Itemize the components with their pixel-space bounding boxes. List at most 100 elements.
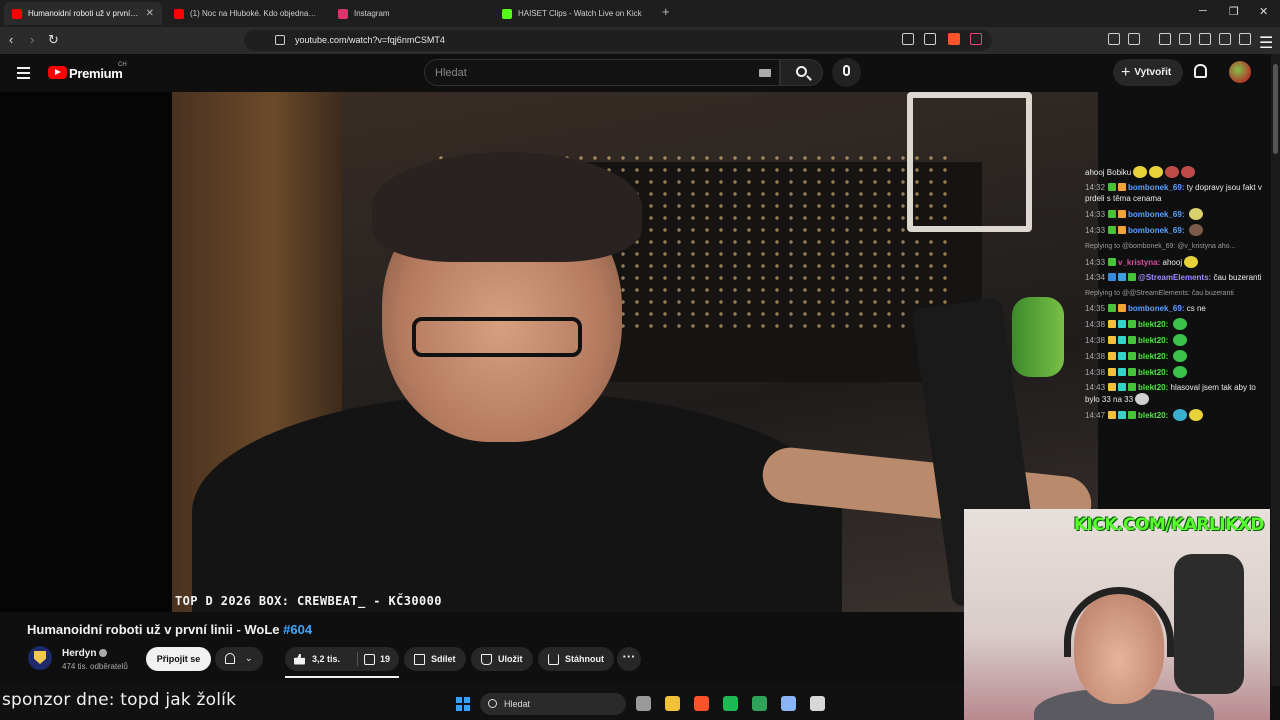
chat-username[interactable]: blekt20:: [1138, 320, 1168, 329]
notification-settings-button[interactable]: ⌄: [215, 647, 263, 671]
keyboard-icon[interactable]: [759, 69, 771, 77]
chat-message: 14:33 bombonek_69:: [1082, 222, 1272, 238]
chat-badge-icon: [1108, 368, 1117, 376]
chrome-icon[interactable]: [810, 696, 825, 711]
music-icon[interactable]: [1159, 33, 1171, 45]
chat-badge-icon: [1108, 336, 1117, 344]
chat-reply-context: Replying to @bombonek_69: @v_kristyna ah…: [1082, 238, 1272, 254]
chat-badge-icon: [1128, 411, 1137, 419]
channel-name-text: Herdyn: [62, 648, 97, 659]
sponsor-text: sponzor dne: topd jak žolík: [2, 690, 237, 710]
brave-shields-icon[interactable]: [948, 33, 960, 45]
close-tab-icon[interactable]: ✕: [146, 8, 154, 19]
chat-timestamp: 14:43: [1085, 383, 1106, 392]
channel-name[interactable]: Herdyn: [62, 648, 108, 659]
menu-icon[interactable]: ☰: [1259, 33, 1273, 52]
search-button[interactable]: [780, 59, 823, 86]
tab-youtube-video[interactable]: Humanoidní roboti už v první linii ✕: [4, 2, 162, 25]
chat-timestamp: 14:33: [1085, 210, 1106, 219]
channel-avatar[interactable]: [28, 646, 52, 670]
hamburger-menu-icon[interactable]: [17, 67, 30, 82]
search-input[interactable]: Hledat: [424, 59, 780, 86]
more-actions-button[interactable]: ···: [617, 647, 641, 671]
share-button[interactable]: Sdílet: [404, 647, 466, 671]
spotify-icon[interactable]: [723, 696, 738, 711]
tab-label: Instagram: [354, 9, 390, 18]
vpn-icon[interactable]: [1239, 33, 1251, 45]
chat-username[interactable]: bombonek_69:: [1128, 304, 1184, 313]
task-view-icon[interactable]: [636, 696, 651, 711]
reload-icon[interactable]: ↻: [48, 32, 59, 48]
chat-timestamp: 14:32: [1085, 183, 1106, 192]
chat-username[interactable]: blekt20:: [1138, 336, 1168, 345]
chat-badge-icon: [1128, 383, 1137, 391]
verified-icon: [99, 649, 108, 657]
chat-message: 14:34 @StreamElements: čau buzeranti: [1082, 270, 1272, 285]
back-icon[interactable]: ‹: [9, 32, 13, 47]
brave-rewards-icon[interactable]: [970, 33, 982, 45]
sidebar-icon[interactable]: [1179, 33, 1191, 45]
chat-username[interactable]: blekt20:: [1138, 383, 1168, 392]
chat-message: 14:38 blekt20:: [1082, 364, 1272, 380]
chat-username[interactable]: v_kristyna:: [1118, 258, 1160, 267]
video-title: Humanoidní roboti už v první linii - WoL…: [27, 622, 312, 637]
chat-emote-icon: [1172, 366, 1187, 378]
download-icon: [548, 653, 559, 665]
browser-icon[interactable]: [781, 696, 796, 711]
leo-ai-icon[interactable]: [1219, 33, 1231, 45]
chat-username[interactable]: blekt20:: [1138, 411, 1168, 420]
new-tab-button[interactable]: +: [662, 4, 670, 19]
wallet-icon[interactable]: [1199, 33, 1211, 45]
chat-message: 14:33 v_kristyna: ahooj: [1082, 254, 1272, 270]
notifications-bell-icon[interactable]: [1194, 64, 1207, 78]
cast-icon[interactable]: [902, 33, 914, 45]
brave-icon[interactable]: [694, 696, 709, 711]
video-person-hair: [372, 152, 642, 262]
join-button[interactable]: Připojit se: [146, 647, 211, 671]
webcam-caption: KICK.COM/KARLIKXD: [1073, 515, 1265, 535]
create-button[interactable]: + Vytvořit: [1113, 59, 1183, 86]
browser-tab-strip: Humanoidní roboti už v první linii ✕ (1)…: [0, 0, 1280, 27]
voice-search-button[interactable]: [832, 58, 861, 87]
video-player[interactable]: [0, 92, 1098, 612]
chat-badge-icon: [1108, 258, 1117, 266]
app-icon[interactable]: [752, 696, 767, 711]
chat-username[interactable]: blekt20:: [1138, 368, 1168, 377]
extensions-icon[interactable]: [1108, 33, 1120, 45]
youtube-logo-icon[interactable]: [48, 66, 67, 79]
chat-username[interactable]: blekt20:: [1138, 352, 1168, 361]
instagram-favicon-icon: [338, 8, 348, 19]
download-button[interactable]: Stáhnout: [538, 647, 614, 671]
chat-emote-icon: [1188, 409, 1203, 421]
chat-badge-icon: [1108, 320, 1117, 328]
tab-kick[interactable]: HAISET Clips - Watch Live on Kick: [494, 2, 656, 25]
file-explorer-icon[interactable]: [665, 696, 680, 711]
tab-instagram[interactable]: Instagram: [330, 2, 490, 25]
chat-emote-icon: [1172, 334, 1187, 346]
address-bar[interactable]: youtube.com/watch?v=fqj6nmCSMT4: [244, 30, 992, 51]
minimize-icon[interactable]: ─: [1199, 5, 1207, 17]
tab-youtube-noc[interactable]: (1) Noc na Hluboké. Kdo objednal žh: [166, 2, 326, 25]
save-button[interactable]: Uložit: [471, 647, 533, 671]
video-person-glasses: [412, 317, 582, 357]
chat-username[interactable]: @StreamElements:: [1138, 273, 1211, 282]
like-button[interactable]: 3,2 tis.: [285, 647, 357, 671]
restore-icon[interactable]: ❐: [1229, 5, 1239, 18]
chat-username[interactable]: bombonek_69:: [1128, 226, 1184, 235]
video-hashtag[interactable]: #604: [283, 622, 312, 637]
site-info-icon[interactable]: [275, 35, 285, 45]
chat-username[interactable]: bombonek_69:: [1128, 183, 1184, 192]
chat-badge-icon: [1118, 368, 1127, 376]
page-scrollbar[interactable]: [1271, 54, 1280, 686]
account-avatar[interactable]: [1229, 61, 1251, 83]
share-icon[interactable]: [924, 33, 936, 45]
dislike-button[interactable]: 19: [358, 647, 399, 671]
screenshot-icon[interactable]: [1128, 33, 1140, 45]
forward-icon[interactable]: ›: [30, 32, 34, 47]
chat-message: 14:38 blekt20:: [1082, 348, 1272, 364]
taskbar-search-input[interactable]: Hledat: [480, 693, 626, 715]
youtube-logo-text[interactable]: Premium: [69, 66, 123, 81]
close-window-icon[interactable]: ✕: [1259, 5, 1268, 18]
windows-start-icon[interactable]: [456, 697, 470, 711]
chat-username[interactable]: bombonek_69:: [1128, 210, 1184, 219]
